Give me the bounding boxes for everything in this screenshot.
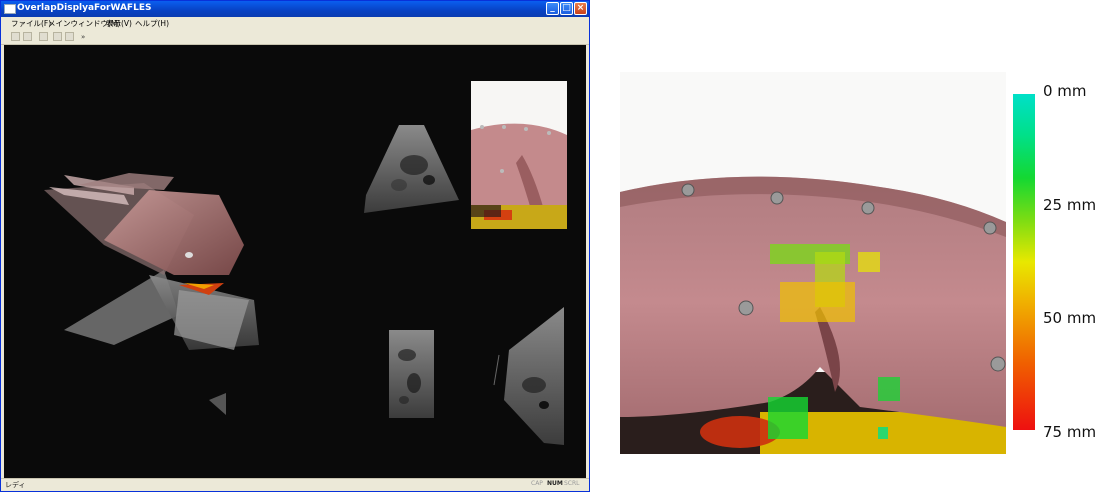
colorbar-label-25: 25 mm	[1043, 196, 1097, 214]
print-icon[interactable]	[53, 32, 62, 41]
num-indicator: NUM	[547, 480, 563, 487]
depth-colorbar	[1013, 94, 1035, 430]
menu-bar: ファイル(F) メインウィンドウ(M) 表示(V) ヘルプ(H)	[1, 17, 589, 30]
paste-icon[interactable]	[39, 32, 48, 41]
camera-inset	[471, 81, 567, 229]
toolbar: »	[1, 30, 589, 45]
liver-overlay-photo	[620, 72, 1006, 454]
app-icon	[4, 4, 16, 14]
colorbar-label-0: 0 mm	[1043, 82, 1087, 100]
menu-help[interactable]: ヘルプ(H)	[135, 18, 169, 29]
window-title: OverlapDisplyaForWAFLES	[17, 3, 152, 13]
about-icon[interactable]	[65, 32, 74, 41]
ultrasound-slice-bottom	[389, 330, 434, 418]
toolbar-overflow-button[interactable]: »	[81, 33, 87, 41]
3d-viewport[interactable]	[4, 45, 586, 479]
status-bar: レディ CAP NUM SCRL	[1, 478, 589, 491]
cap-indicator: CAP	[531, 480, 543, 487]
title-bar[interactable]: OverlapDisplyaForWAFLES _ □ ×	[1, 1, 589, 17]
ultrasound-fan-top	[364, 125, 459, 213]
app-window: OverlapDisplyaForWAFLES _ □ × ファイル(F) メイ…	[0, 0, 590, 492]
copy-icon[interactable]	[23, 32, 32, 41]
liver-3d-model	[44, 173, 259, 415]
window-controls: _ □ ×	[546, 2, 587, 16]
menu-file[interactable]: ファイル(F)	[11, 18, 51, 29]
close-button[interactable]: ×	[574, 2, 587, 15]
scrl-indicator: SCRL	[564, 480, 580, 487]
maximize-button[interactable]: □	[560, 2, 573, 15]
ultrasound-fan-right	[493, 307, 564, 445]
colorbar-label-75: 75 mm	[1043, 423, 1097, 441]
colorbar-label-50: 50 mm	[1043, 309, 1097, 327]
status-text: レディ	[5, 481, 26, 489]
minimize-button[interactable]: _	[546, 2, 559, 15]
menu-view[interactable]: 表示(V)	[106, 18, 132, 29]
photo-scene	[620, 72, 1006, 454]
cut-icon[interactable]	[11, 32, 20, 41]
viewport-scene	[44, 81, 567, 445]
